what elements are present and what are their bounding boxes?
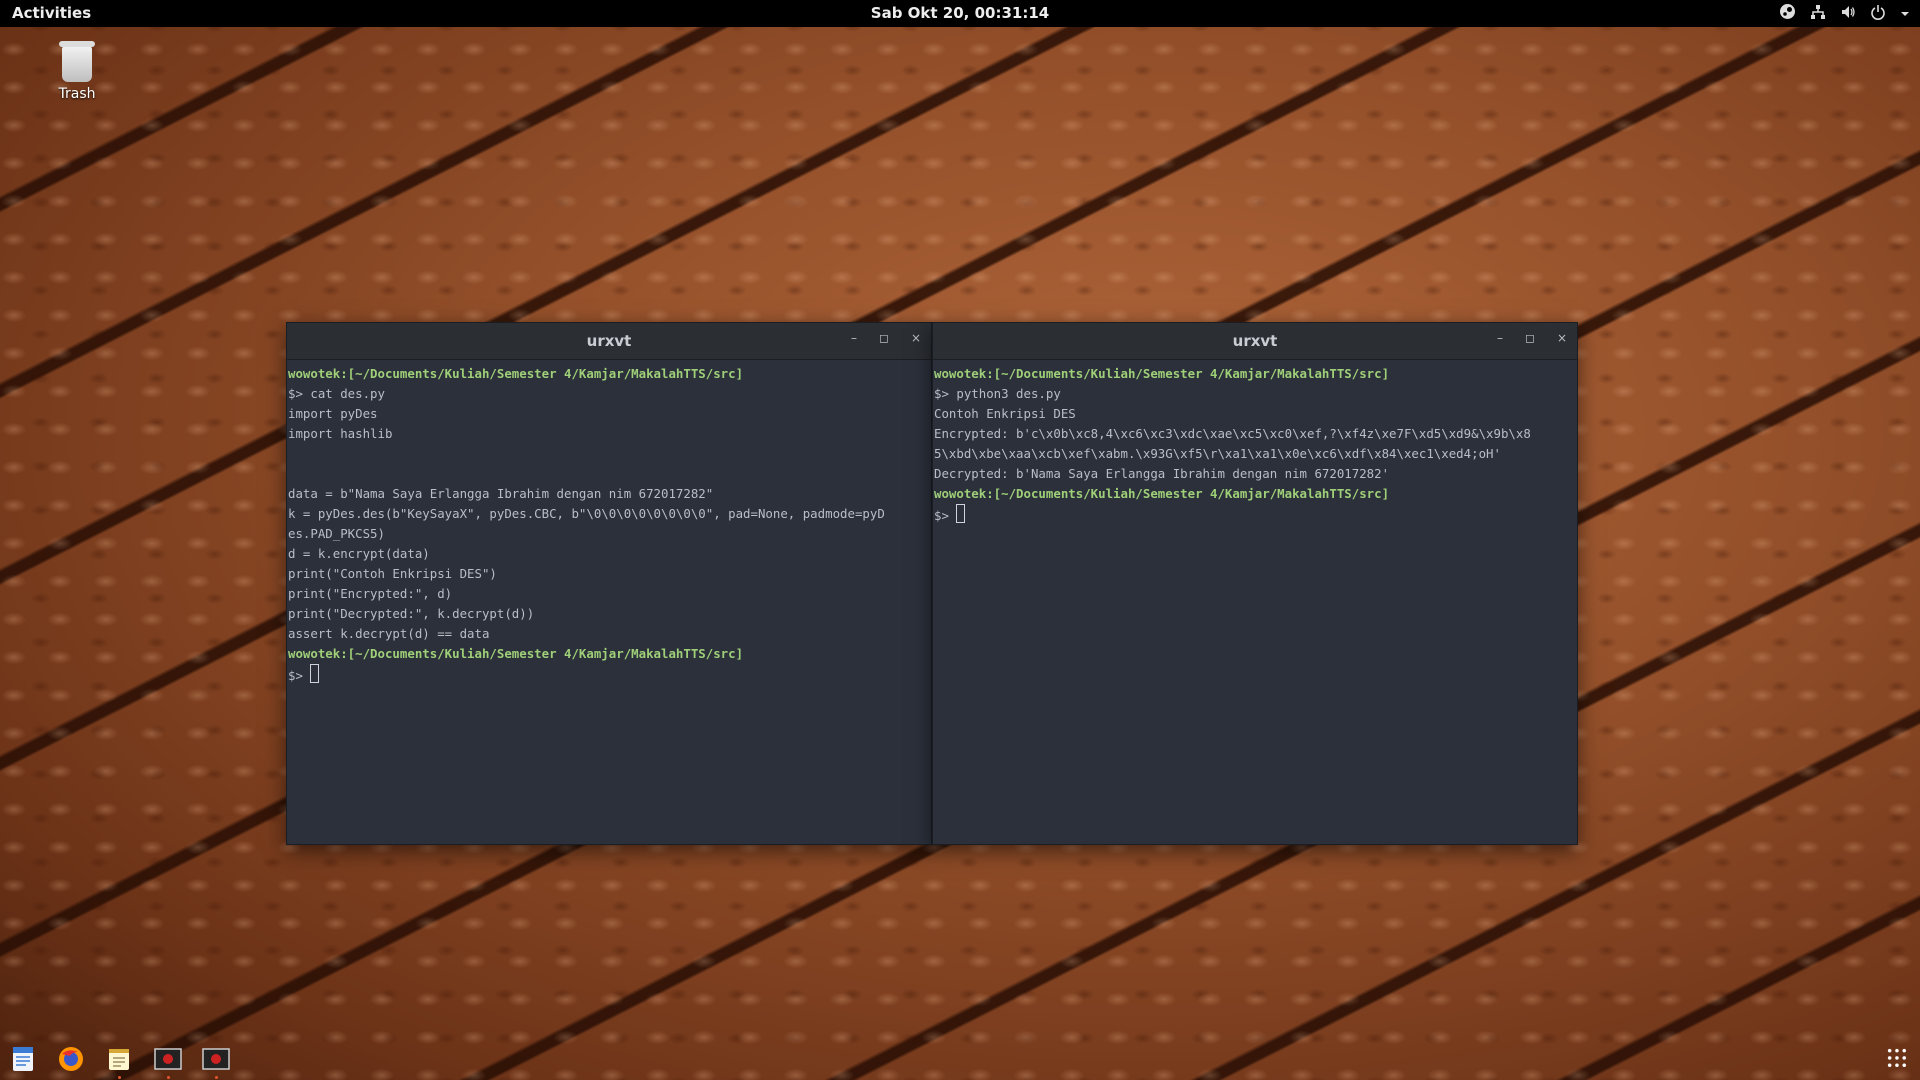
running-indicator (118, 1076, 121, 1079)
line-text: assert k.decrypt(d) == data (288, 626, 490, 641)
window-titlebar[interactable]: urxvt – ◻ × (933, 323, 1577, 360)
running-indicator (215, 1076, 218, 1079)
terminal-prompt-line: wowotek:[~/Documents/Kuliah/Semester 4/K… (288, 364, 931, 384)
terminal-icon[interactable] (202, 1046, 230, 1072)
terminal-line: print("Contoh Enkripsi DES") (288, 564, 931, 584)
clock[interactable]: Sab Okt 20, 00:31:14 (0, 4, 1920, 22)
line-text: print("Decrypted:", k.decrypt(d)) (288, 606, 535, 621)
close-button[interactable]: × (911, 331, 921, 345)
terminal-window-right[interactable]: urxvt – ◻ × wowotek:[~/Documents/Kuliah/… (932, 322, 1578, 845)
line-text: import hashlib (288, 426, 393, 441)
terminal-line: assert k.decrypt(d) == data (288, 624, 931, 644)
terminal-prompt-line: wowotek:[~/Documents/Kuliah/Semester 4/K… (288, 644, 931, 664)
prompt-path: wowotek:[~/Documents/Kuliah/Semester 4/K… (934, 366, 1390, 381)
minimize-button[interactable]: – (1497, 331, 1503, 345)
power-icon[interactable] (1870, 4, 1886, 24)
minimize-button[interactable]: – (851, 331, 857, 345)
system-tray[interactable] (1779, 3, 1910, 24)
close-button[interactable]: × (1557, 331, 1567, 345)
chevron-down-icon[interactable] (1900, 5, 1910, 23)
line-text: es.PAD_PKCS5) (288, 526, 385, 541)
terminal-input-line[interactable]: $> (934, 504, 1577, 524)
terminal-window-left[interactable]: urxvt – ◻ × wowotek:[~/Documents/Kuliah/… (286, 322, 932, 845)
prompt-path: wowotek:[~/Documents/Kuliah/Semester 4/K… (288, 366, 744, 381)
running-indicator (167, 1076, 170, 1079)
input-prompt: $> (288, 668, 311, 683)
terminal-output[interactable]: wowotek:[~/Documents/Kuliah/Semester 4/K… (287, 360, 931, 684)
line-text: print("Contoh Enkripsi DES") (288, 566, 497, 581)
terminal-line: import pyDes (288, 404, 931, 424)
window-titlebar[interactable]: urxvt – ◻ × (287, 323, 931, 360)
terminal-line: d = k.encrypt(data) (288, 544, 931, 564)
terminal-line: print("Encrypted:", d) (288, 584, 931, 604)
line-text: Decrypted: b'Nama Saya Erlangga Ibrahim … (934, 466, 1390, 481)
terminal-line: Contoh Enkripsi DES (934, 404, 1577, 424)
line-text: 5\xbd\xbe\xaa\xcb\xef\xabm.\x93G\xf5\r\x… (934, 446, 1501, 461)
window-title: urxvt (586, 332, 632, 350)
terminal-line: print("Decrypted:", k.decrypt(d)) (288, 604, 931, 624)
terminal-line: import hashlib (288, 424, 931, 444)
steam-icon[interactable] (1779, 3, 1796, 24)
network-icon[interactable] (1810, 4, 1826, 24)
terminal-input-line[interactable]: $> (288, 664, 931, 684)
show-applications-icon[interactable] (1886, 1047, 1908, 1069)
text-cursor (310, 664, 320, 683)
top-bar: Activities Sab Okt 20, 00:31:14 (0, 0, 1920, 27)
terminal-line: es.PAD_PKCS5) (288, 524, 931, 544)
terminal-line: 5\xbd\xbe\xaa\xcb\xef\xabm.\x93G\xf5\r\x… (934, 444, 1577, 464)
terminal-prompt-line: wowotek:[~/Documents/Kuliah/Semester 4/K… (934, 364, 1577, 384)
prompt-path: wowotek:[~/Documents/Kuliah/Semester 4/K… (288, 646, 744, 661)
line-text: data = b"Nama Saya Erlangga Ibrahim deng… (288, 486, 714, 501)
terminal-output[interactable]: wowotek:[~/Documents/Kuliah/Semester 4/K… (933, 360, 1577, 524)
terminal-prompt-line: wowotek:[~/Documents/Kuliah/Semester 4/K… (934, 484, 1577, 504)
volume-icon[interactable] (1840, 4, 1856, 24)
terminal-line: k = pyDes.des(b"KeySayaX", pyDes.CBC, b"… (288, 504, 931, 524)
text-editor-icon[interactable] (10, 1046, 36, 1072)
terminal-icon[interactable] (154, 1046, 182, 1072)
line-text: import pyDes (288, 406, 378, 421)
line-text: Encrypted: b'c\x0b\xc8,4\xc6\xc3\xdc\xae… (934, 426, 1531, 441)
terminal-line: Decrypted: b'Nama Saya Erlangga Ibrahim … (934, 464, 1577, 484)
line-text: print("Encrypted:", d) (288, 586, 453, 601)
window-title: urxvt (1232, 332, 1278, 350)
input-prompt: $> (934, 508, 957, 523)
notes-icon[interactable] (106, 1046, 132, 1072)
line-text: k = pyDes.des(b"KeySayaX", pyDes.CBC, b"… (288, 506, 885, 521)
line-text: $> python3 des.py (934, 386, 1061, 401)
terminal-line: data = b"Nama Saya Erlangga Ibrahim deng… (288, 484, 931, 504)
dock (0, 1040, 1920, 1080)
trash-icon (59, 41, 95, 82)
prompt-path: wowotek:[~/Documents/Kuliah/Semester 4/K… (934, 486, 1390, 501)
line-text: Contoh Enkripsi DES (934, 406, 1076, 421)
trash-label: Trash (58, 86, 96, 102)
line-text: d = k.encrypt(data) (288, 546, 430, 561)
firefox-icon[interactable] (58, 1046, 84, 1072)
text-cursor (956, 504, 966, 523)
maximize-button[interactable]: ◻ (879, 331, 889, 345)
line-text: $> cat des.py (288, 386, 385, 401)
terminal-line: Encrypted: b'c\x0b\xc8,4\xc6\xc3\xdc\xae… (934, 424, 1577, 444)
trash-desktop-icon[interactable]: Trash (52, 41, 102, 102)
maximize-button[interactable]: ◻ (1525, 331, 1535, 345)
terminal-line: $> python3 des.py (934, 384, 1577, 404)
terminal-line: $> cat des.py (288, 384, 931, 404)
